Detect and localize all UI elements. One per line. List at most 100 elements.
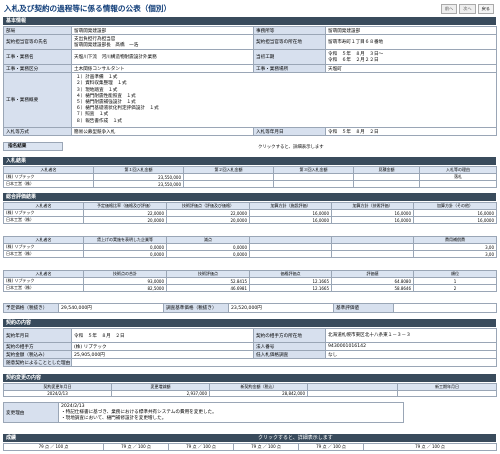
basic-info-table: 部局 留萌開発建設部 事務所等 留萌開発建設部 契約担当官等の氏名 支出負担行為… [3,26,497,136]
planned-price-value: 29,540,000円 [58,303,164,313]
eval-cell: 16,0000 [413,209,497,217]
change-new-term [397,390,497,397]
eval1-header: 加算方針（施設評価） [249,202,332,210]
change-diff: 2,937,000 [111,390,210,397]
bid-amount-2 [183,173,274,181]
bid-amount-1: 23,550,000 [93,180,184,188]
survey-price-value: 23,520,000円 [228,303,334,313]
base-eval-value [393,303,497,313]
survey-price-label: 調査基準価格（税抜き） [163,303,229,313]
eval-cell: 20,0000 [166,216,250,224]
contract-amount-value: 25,905,000円 [71,350,254,359]
table-row: (株) リプテック 23,550,000 落札 [3,173,497,181]
eval-cell: 22,0000 [83,209,167,217]
bid-amount-3 [273,173,354,181]
bid-header: 入札等の理由 [419,166,497,174]
eval-cell: 16,0000 [413,216,497,224]
change-reason-label: 変更理由 [3,402,59,423]
next-button[interactable]: 次へ [459,4,476,14]
change-date: 2024/2/13 [3,390,112,397]
nomination-result-tab[interactable]: 指名結果 [3,142,63,151]
change-header: 新工期年月日 [397,383,497,391]
grade-cell[interactable]: 79 点 ／ 100 点 [168,443,234,451]
term-value: 令和 ５年 ８月 ３日～ 令和 ６年 ２月２２日 [325,49,497,65]
eval1-header: 技術評価点（評価及び価格） [166,202,250,210]
contract-change-table: 契約変更年月日 変更増減額 新契約金額（税込） 新工期年月日 2024/2/13… [3,383,497,397]
eval2-header [249,236,332,244]
eval3-header: 順位 [413,270,497,278]
bid-date-label: 入札等年月日 [253,127,326,136]
method-label: 入札等方式 [3,127,72,136]
term-label: 当初工期 [253,49,326,65]
bid-header: 見積金額 [353,166,420,174]
work-name-value: 天塩川下流 河川構造物耐震設計外業務 [71,49,254,65]
eval-cell: 0,0000 [83,243,167,251]
contractor-address-label: 契約の相手方の所在地 [253,328,326,343]
eval-cell: 12.1665 [249,284,332,292]
section-basic-info: 基本情報 [3,17,496,25]
bid-result-table: 入札者名 第１回入札金額 第２回入札金額 第３回入札金額 見積金額 入札等の理由… [3,166,497,188]
eval2-header [331,236,414,244]
jimusho-label: 事務所等 [253,26,326,35]
low-bid-value: なし [325,350,497,359]
grade-cell[interactable]: 79 点 ／ 100 点 [363,443,497,451]
method-value: 簡易公募型競争入札 [71,127,254,136]
section-evaluation-result: 総合評価結果 [3,193,496,201]
officer-address-value: 留萌市寿町１丁目６８番地 [325,34,497,50]
jimusho-value: 留萌開発建設部 [325,26,497,35]
grade-cell[interactable]: 79 点 ／ 100 点 [233,443,299,451]
bid-header: 入札者名 [3,166,94,174]
planned-price-label: 予定価格（税抜き） [3,303,59,313]
work-category-label: 工事・業務区分 [3,64,72,73]
nomination-note: クリックすると、詳細表示します [258,145,324,150]
private-reason-value [71,358,497,367]
bid-amount-2 [183,180,274,188]
eval1-header: 加算方針（その他） [413,202,497,210]
table-row: 日本工営（株） 20,0000 20,0000 16,0000 16,0000 … [3,216,497,224]
table-row: 日本工営（株） 0,0000 0,0000 3,00 [3,250,497,258]
bid-date-value: 令和 ５年 ８月 ２日 [325,127,497,136]
change-header: 変更増減額 [111,383,210,391]
eval-cell: 12.1665 [249,277,332,285]
grade-cell[interactable]: 79 点 ／ 100 点 [298,443,364,451]
grade-cell[interactable]: 79 点 ／ 100 点 [103,443,169,451]
prev-button[interactable]: 前へ [440,4,458,14]
eval-rank: 1 [413,277,497,285]
eval-bidder: 日本工営（株） [3,216,84,224]
contract-date-label: 契約年月日 [3,328,72,343]
eval-bidder: (株) リプテック [3,243,84,251]
eval-bidder: 日本工営（株） [3,250,84,258]
eval-cell: 0,0000 [83,250,167,258]
low-bid-label: 低入札価格調査 [253,350,326,359]
bumon-value: 留萌開発建設部 [71,26,254,35]
eval2-header: 入札者名 [3,236,84,244]
eval2-header: 減点 [166,236,250,244]
table-row: (株) リプテック 0,0000 0,0000 3,00 [3,243,497,251]
change-header: 契約変更年月日 [3,383,112,391]
eval-cell: 82,5000 [83,284,167,292]
grade-note[interactable]: クリックすると、詳細表示します [258,435,333,441]
estimate-amount [353,180,420,188]
evaluation-table-1: 入札者名 予定価格比率（価格及び評価） 技術評価点（評価及び価格） 加算方針（施… [3,202,497,224]
eval-cell: 16,0000 [249,209,332,217]
eval-cell: 64.8080 [331,277,414,285]
grade-cell[interactable]: 79 点 ／ 100 点 [3,443,104,451]
back-button[interactable]: 戻る [477,4,494,14]
change-blank [307,390,398,397]
section-contract: 契約の内容 [3,319,496,327]
eval-cell: 16,0000 [249,216,332,224]
eval-cell: 0,0000 [166,243,250,251]
bid-reason [419,180,497,188]
contractor-label: 契約の相手方 [3,342,72,351]
eval-cell: 52.8415 [166,277,250,285]
private-reason-label: 随意契約によることとした理由 [3,358,72,367]
contract-amount-label: 契約金額（税込み） [3,350,72,359]
work-place-label: 工事・業務場所 [253,64,326,73]
eval2-header: 費用補償費 [413,236,497,244]
eval-cell: 16,0000 [331,216,414,224]
section-grade: 成績 クリックすると、詳細表示します [3,434,496,442]
summary-value: １）計画準備 １式 ２）資料収集整理 １式 ３）現地踏査 １式 ４）樋門耐震性能… [71,72,497,128]
page-title: 入札及び契約の過程等に係る情報の公表（個別） [4,4,172,13]
eval-cell: 0,0000 [166,250,250,258]
bid-header: 第１回入札金額 [93,166,184,174]
